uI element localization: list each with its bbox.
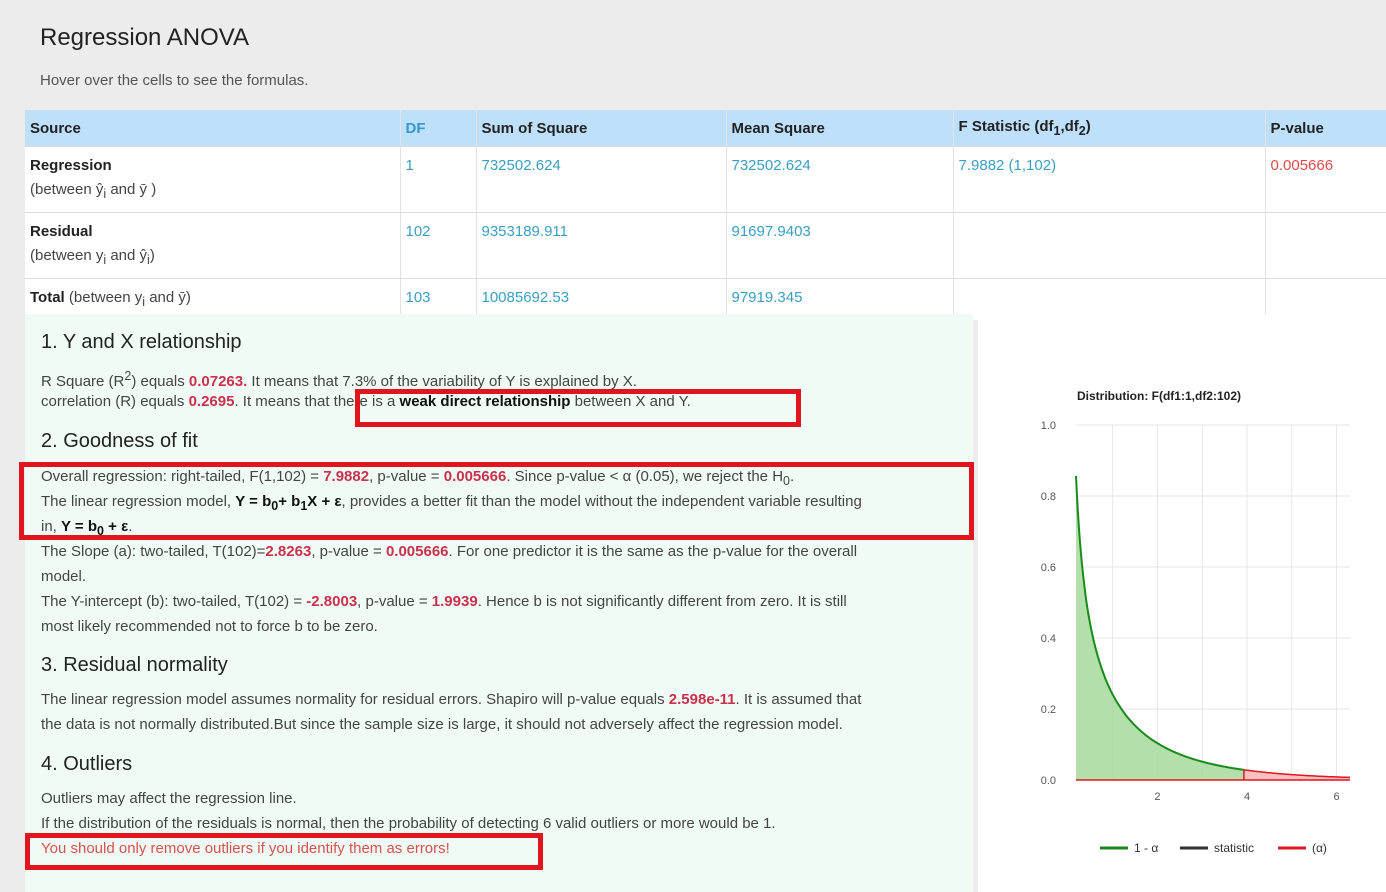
- header-source: Source: [25, 110, 400, 147]
- cell-source-regression: Regression (between ŷi and ȳ ): [25, 146, 400, 213]
- header-df[interactable]: DF: [399, 110, 476, 147]
- cell-ss-regression[interactable]: 732502.624: [475, 146, 726, 213]
- slope-line-2: model.: [41, 568, 87, 585]
- header-p-value: P-value: [1264, 110, 1386, 147]
- cell-df-regression[interactable]: 1: [399, 146, 476, 213]
- header-mean-square: Mean Square: [725, 110, 953, 147]
- y-tick-label: 0.6: [1041, 562, 1056, 574]
- x-tick-label: 6: [1334, 791, 1340, 803]
- slope-line: The Slope (a): two-tailed, T(102)=2.8263…: [41, 543, 858, 560]
- legend-label-2: (α): [1312, 841, 1327, 855]
- section-2-title: 2. Goodness of fit: [41, 430, 198, 452]
- cell-ss-residual[interactable]: 9353189.911: [475, 212, 726, 279]
- x-tick-label: 4: [1244, 791, 1250, 803]
- section-4-title: 4. Outliers: [41, 753, 133, 775]
- distribution-chart: 0.0 0.2 0.4 0.6 0.8 1.0 2 4 6 1 - α statistic (α): [1041, 420, 1350, 855]
- y-tick-label: 0.0: [1041, 775, 1056, 787]
- cell-source-residual: Residual (between yi and ŷi): [25, 212, 400, 279]
- intercept-line: The Y-intercept (b): two-tailed, T(102) …: [41, 593, 847, 610]
- highlight-box-relationship: [355, 389, 801, 427]
- y-tick-label: 1.0: [1041, 420, 1056, 432]
- anova-table: Source DF Sum of Square Mean Square F St…: [25, 110, 1386, 320]
- acceptance-area: [1076, 475, 1244, 780]
- legend-label-1: statistic: [1214, 841, 1254, 855]
- section-1-title: 1. Y and X relationship: [41, 331, 242, 353]
- y-tick-label: 0.2: [1041, 704, 1056, 716]
- header-sum-of-square: Sum of Square: [475, 110, 726, 147]
- outliers-line-1: Outliers may affect the regression line.: [41, 790, 297, 807]
- y-tick-label: 0.4: [1041, 633, 1056, 645]
- legend-label-0: 1 - α: [1134, 841, 1158, 855]
- normality-line-2: the data is not normally distributed.But…: [41, 716, 843, 733]
- y-tick-label: 0.8: [1041, 491, 1056, 503]
- table-row-regression: Regression (between ŷi and ȳ ) 1 732502.…: [25, 146, 1386, 213]
- cell-df-residual[interactable]: 102: [399, 212, 476, 279]
- highlight-box-goodness-of-fit: [19, 462, 974, 540]
- cell-ms-regression[interactable]: 732502.624: [725, 146, 953, 213]
- intercept-line-2: most likely recommended not to force b t…: [41, 618, 378, 635]
- page-title: Regression ANOVA: [40, 24, 249, 51]
- cell-pvalue-regression[interactable]: 0.005666: [1264, 146, 1386, 213]
- cell-ms-residual[interactable]: 91697.9403: [725, 212, 953, 279]
- cell-f-regression[interactable]: 7.9882 (1,102): [952, 146, 1265, 213]
- cell-f-residual: [952, 212, 1265, 279]
- section-3-title: 3. Residual normality: [41, 654, 228, 676]
- x-tick-label: 2: [1154, 791, 1160, 803]
- header-f-statistic: F Statistic (df1,df2): [952, 110, 1265, 147]
- cell-pvalue-residual: [1264, 212, 1386, 279]
- table-row-residual: Residual (between yi and ŷi) 102 9353189…: [25, 212, 1386, 279]
- table-header-row: Source DF Sum of Square Mean Square F St…: [25, 110, 1386, 147]
- highlight-box-outliers-warning: [25, 833, 543, 870]
- normality-line: The linear regression model assumes norm…: [41, 691, 862, 708]
- page-subtitle: Hover over the cells to see the formulas…: [40, 72, 309, 89]
